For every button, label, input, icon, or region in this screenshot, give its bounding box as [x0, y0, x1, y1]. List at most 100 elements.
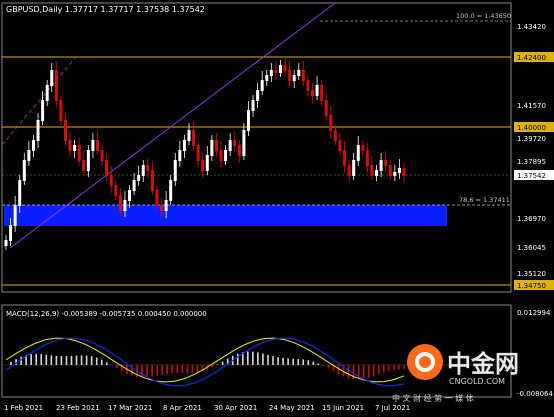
macd-bar [362, 365, 365, 379]
candle-body [164, 200, 168, 211]
candle-body [228, 140, 232, 151]
date-axis: 1 Feb 2021 23 Feb 2021 17 Mar 2021 8 Apr… [4, 404, 410, 412]
candle-body [205, 155, 209, 171]
candle-body [214, 140, 218, 151]
macd-bar [282, 357, 284, 365]
candle-body [333, 130, 337, 141]
candle-body [370, 165, 374, 176]
macd-bar [267, 354, 269, 365]
candle-body [237, 145, 241, 156]
candle-body [315, 85, 319, 96]
candle-body [27, 150, 31, 161]
macd-bar [60, 356, 63, 365]
macd-bar [186, 365, 189, 373]
macd-bar [90, 356, 93, 365]
candle-body [137, 175, 141, 181]
macd-bar [116, 365, 118, 369]
candle-body [283, 65, 287, 71]
candle-body [173, 160, 177, 181]
macd-bar [272, 356, 274, 365]
candle-body [278, 65, 282, 73]
candle-body [41, 100, 45, 121]
macd-bar [211, 365, 214, 368]
macd-bar [196, 365, 199, 373]
macd-bar [105, 362, 108, 365]
macd-bar [95, 357, 98, 365]
candle-body [292, 75, 296, 81]
level-tag: 1.40000 [517, 124, 546, 132]
macd-bar [247, 351, 249, 365]
candle-body [384, 160, 388, 166]
tick-label: 1.36045 [517, 244, 546, 252]
candle-body [356, 145, 360, 161]
tick-label: 1.36970 [517, 215, 546, 223]
candle-body [13, 205, 17, 226]
macd-bar [252, 351, 254, 365]
candle-body [141, 165, 145, 176]
candle-body [306, 80, 310, 91]
macd-bar [236, 353, 239, 365]
candle-body [242, 130, 246, 156]
candle-body [22, 160, 26, 181]
macd-bar [327, 365, 330, 369]
macd-bar [35, 353, 38, 365]
tick-label: 1.39720 [517, 135, 546, 143]
candle-body [297, 70, 301, 76]
macd-bar [347, 365, 350, 379]
macd-bar [10, 361, 12, 365]
candle-body [343, 150, 347, 166]
date-label: 8 Apr 2021 [163, 404, 202, 412]
macd-bar [292, 358, 294, 365]
candle-body [59, 100, 63, 121]
macd-bar [221, 361, 224, 365]
macd-bar [403, 365, 405, 370]
candle-body [375, 170, 379, 176]
candle-body [347, 165, 351, 176]
chart-window[interactable]: GBPUSD,Daily 1.37717 1.37717 1.37538 1.3… [0, 0, 554, 417]
macd-bar [65, 356, 68, 365]
candle-body [9, 225, 13, 241]
macd-axis-bottom: -0.008064 [517, 390, 553, 398]
macd-bar [372, 365, 375, 376]
current-price-tag: 1.37542 [517, 172, 546, 180]
macd-bar [166, 365, 169, 374]
macd-bar [55, 355, 58, 365]
candle-body [68, 140, 72, 151]
tick-label: 1.43420 [517, 23, 546, 31]
macd-bar [176, 365, 179, 374]
macd-bar [141, 365, 143, 378]
candle-body [182, 140, 186, 151]
macd-bar [307, 360, 310, 365]
candle-body [329, 115, 333, 131]
candle-body [178, 150, 182, 161]
macd-bar [100, 359, 103, 365]
macd-bar [257, 352, 259, 365]
date-label: 17 Mar 2021 [108, 404, 152, 412]
tick-label: 1.35120 [517, 270, 546, 278]
macd-bar [45, 354, 48, 365]
watermark-slogan: 中 文 财 经 第 一 媒 体 [392, 393, 474, 403]
macd-bar [393, 365, 395, 371]
candle-body [338, 140, 342, 151]
candle-body [260, 80, 264, 91]
macd-bar [302, 359, 305, 365]
candle-body [31, 140, 35, 151]
date-label: 23 Feb 2021 [56, 404, 100, 412]
candle-body [63, 120, 67, 141]
macd-bar [262, 353, 264, 365]
macd-bar [337, 365, 340, 375]
macd-bar [161, 365, 163, 375]
date-label: 24 May 2021 [269, 404, 315, 412]
candle-body [274, 70, 278, 73]
candle-body [169, 180, 173, 201]
macd-bar [40, 354, 43, 365]
macd-bar [80, 355, 83, 365]
candle-body [269, 70, 273, 76]
candle-body [36, 120, 40, 141]
macd-bar [156, 365, 158, 376]
candle-body [311, 90, 315, 96]
candle-body [256, 90, 260, 101]
macd-bar [85, 355, 88, 365]
candle-body [50, 70, 54, 86]
macd-bar [151, 365, 153, 377]
